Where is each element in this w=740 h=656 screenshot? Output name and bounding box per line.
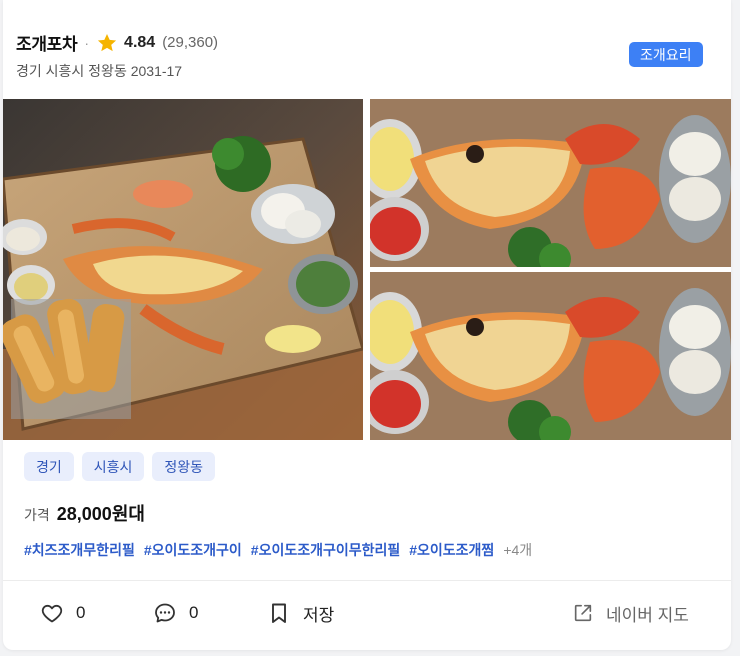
hashtag[interactable]: #오이도조개찜 [409, 540, 494, 560]
main-food-image [3, 99, 363, 440]
action-divider [3, 580, 731, 581]
star-icon [97, 33, 117, 51]
region-tag-district[interactable]: 정왕동 [152, 452, 216, 481]
category-badge: 조개요리 [629, 42, 703, 67]
separator-dot: · [84, 34, 90, 51]
like-count: 0 [76, 603, 86, 622]
main-food-photo[interactable] [3, 99, 363, 440]
hashtag[interactable]: #오이도조개구이 [144, 540, 242, 560]
hashtag[interactable]: #치즈조개무한리필 [24, 540, 135, 560]
price-label: 가격 [24, 507, 50, 523]
like-button[interactable]: 0 [40, 597, 85, 629]
side-food-photo-2[interactable] [370, 272, 731, 440]
bookmark-icon [272, 603, 286, 623]
region-tags: 경기 시흥시 정왕동 [24, 452, 216, 481]
side-food-photo-1[interactable] [370, 99, 731, 267]
heart-icon [41, 604, 63, 623]
hashtag[interactable]: #오이도조개구이무한리필 [251, 540, 400, 560]
comment-count: 0 [189, 603, 199, 622]
hashtag-more-count[interactable]: +4개 [503, 540, 532, 560]
region-tag-city[interactable]: 시흥시 [81, 452, 145, 481]
speech-bubble-icon [155, 603, 175, 623]
side-food-image-2 [370, 272, 731, 440]
review-count: (29,360) [162, 34, 219, 51]
store-address: 경기 시흥시 정왕동 2031-17 [16, 63, 183, 79]
external-link-icon [574, 604, 592, 622]
rating-value: 4.84 [124, 33, 156, 51]
naver-map-link[interactable]: 네이버 지도 [572, 597, 689, 629]
store-name[interactable]: 조개포차 [16, 30, 78, 55]
side-food-image-1 [370, 99, 731, 267]
region-tag-province[interactable]: 경기 [24, 452, 74, 481]
price-row: 가격 28,000원대 [24, 500, 145, 526]
store-header: 조개포차 · 4.84 (29,360) [16, 30, 218, 55]
hashtag-list: #치즈조개무한리필 #오이도조개구이 #오이도조개구이무한리필 #오이도조개찜 … [24, 540, 532, 560]
naver-map-label: 네이버 지도 [606, 605, 689, 625]
save-label: 저장 [303, 605, 335, 625]
save-button[interactable]: 저장 [267, 597, 334, 629]
price-value: 28,000원대 [56, 504, 145, 524]
comment-button[interactable]: 0 [153, 597, 198, 629]
